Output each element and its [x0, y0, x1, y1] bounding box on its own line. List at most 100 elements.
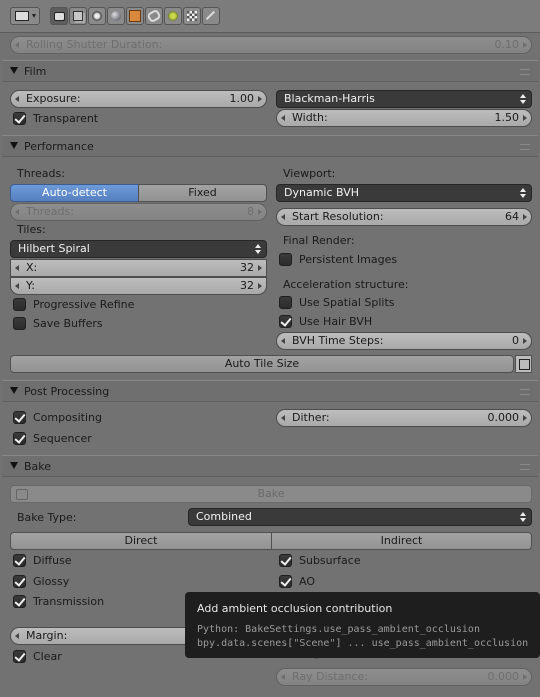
bake-panel-header[interactable]: Bake: [2, 455, 538, 477]
transparent-checkbox[interactable]: [13, 112, 26, 125]
direct-toggle[interactable]: Direct: [10, 532, 272, 550]
compositing-label: Compositing: [33, 411, 102, 424]
collapse-triangle-icon: [10, 387, 18, 394]
tile-order-dropdown[interactable]: Hilbert Spiral: [10, 240, 267, 258]
transmission-checkbox[interactable]: [13, 595, 26, 608]
exposure-label: Exposure:: [26, 92, 81, 105]
persistent-images-checkbox[interactable]: [279, 253, 292, 266]
post-processing-panel-header[interactable]: Post Processing: [2, 380, 538, 402]
bake-button[interactable]: Bake: [10, 485, 532, 503]
ao-checkbox[interactable]: [279, 575, 292, 588]
transmission-label: Transmission: [33, 595, 105, 608]
dither-field[interactable]: Dither: 0.000: [276, 409, 532, 427]
start-resolution-label: Start Resolution:: [292, 210, 384, 223]
save-buffers-checkbox[interactable]: [13, 317, 26, 330]
dropdown-arrows-icon: [520, 94, 526, 104]
tile-x-value: 32: [240, 261, 254, 274]
glossy-label: Glossy: [33, 575, 70, 588]
indirect-toggle[interactable]: Indirect: [271, 532, 532, 550]
auto-tile-size-button[interactable]: Auto Tile Size: [10, 355, 514, 373]
film-title: Film: [24, 65, 47, 78]
subsurface-label: Subsurface: [299, 554, 361, 567]
modifiers-icon[interactable]: [164, 7, 182, 25]
bake-icon: [16, 489, 28, 500]
filter-type-dropdown[interactable]: Blackman-Harris: [276, 90, 532, 108]
tile-y-label: Y:: [26, 279, 35, 292]
subsurface-checkbox[interactable]: [279, 554, 292, 567]
viewport-label: Viewport:: [283, 167, 336, 180]
glossy-checkbox[interactable]: [13, 575, 26, 588]
properties-header: [0, 0, 540, 33]
acceleration-structure-label: Acceleration structure:: [283, 278, 409, 291]
object-icon[interactable]: [126, 7, 144, 25]
film-panel-header[interactable]: Film: [2, 60, 538, 82]
bvh-time-steps-label: BVH Time Steps:: [292, 334, 384, 347]
spatial-splits-checkbox[interactable]: [279, 296, 292, 309]
ray-distance-field[interactable]: Ray Distance: 0.000: [276, 668, 532, 686]
filter-type-value: Blackman-Harris: [284, 92, 375, 105]
drag-grip-icon[interactable]: [520, 69, 530, 75]
bake-type-label: Bake Type:: [17, 511, 77, 524]
tile-y-field[interactable]: Y: 32: [10, 277, 267, 295]
scene-icon[interactable]: [88, 7, 106, 25]
bake-type-dropdown[interactable]: Combined: [188, 508, 532, 526]
world-icon[interactable]: [107, 7, 125, 25]
render-icon[interactable]: [50, 7, 68, 25]
collapse-triangle-icon: [10, 462, 18, 469]
start-resolution-value: 64: [505, 210, 519, 223]
threads-count-label: Threads:: [26, 205, 74, 218]
performance-panel-header[interactable]: Performance: [2, 135, 538, 157]
ray-distance-value: 0.000: [487, 670, 520, 683]
threads-label: Threads:: [17, 167, 65, 180]
drag-grip-icon[interactable]: [520, 144, 530, 150]
exposure-value: 1.00: [229, 92, 255, 105]
filter-width-field[interactable]: Width: 1.50: [276, 109, 532, 127]
tile-x-label: X:: [26, 261, 38, 274]
collapse-triangle-icon: [10, 142, 18, 149]
transparent-label: Transparent: [33, 112, 99, 125]
tile-x-field[interactable]: X: 32: [10, 259, 267, 277]
viewport-bvh-value: Dynamic BVH: [284, 186, 360, 199]
tooltip-data-path: bpy.data.scenes["Scene"] ... use_pass_am…: [197, 638, 529, 649]
width-label: Width:: [292, 111, 328, 124]
hair-bvh-label: Use Hair BVH: [299, 315, 373, 328]
diffuse-checkbox[interactable]: [13, 554, 26, 567]
progressive-refine-checkbox[interactable]: [13, 298, 26, 311]
width-value: 1.50: [494, 111, 520, 124]
threads-count-value: 8: [247, 205, 254, 218]
wrench-icon[interactable]: [202, 7, 220, 25]
start-resolution-field[interactable]: Start Resolution: 64: [276, 208, 532, 226]
sequencer-checkbox[interactable]: [13, 432, 26, 445]
render-layers-icon[interactable]: [69, 7, 87, 25]
bake-button-label: Bake: [257, 487, 285, 500]
dither-value: 0.000: [487, 411, 520, 424]
constraints-icon[interactable]: [145, 7, 163, 25]
threads-count-field[interactable]: Threads: 8: [10, 203, 267, 221]
addon-icon[interactable]: [515, 355, 532, 373]
drag-grip-icon[interactable]: [520, 389, 530, 395]
collapse-triangle-icon: [10, 67, 18, 74]
ao-label: AO: [299, 575, 315, 588]
save-buffers-label: Save Buffers: [33, 317, 103, 330]
margin-field[interactable]: Margin:: [10, 627, 210, 645]
hair-bvh-checkbox[interactable]: [279, 315, 292, 328]
compositing-checkbox[interactable]: [13, 411, 26, 424]
sequencer-label: Sequencer: [33, 432, 92, 445]
post-processing-title: Post Processing: [24, 385, 110, 398]
exposure-field[interactable]: Exposure: 1.00: [10, 90, 267, 108]
threads-fixed-button[interactable]: Fixed: [138, 184, 267, 202]
rolling-shutter-label: Rolling Shutter Duration:: [26, 38, 163, 51]
drag-grip-icon[interactable]: [520, 464, 530, 470]
bvh-time-steps-value: 0: [512, 334, 519, 347]
clear-checkbox[interactable]: [13, 650, 26, 663]
texture-icon[interactable]: [183, 7, 201, 25]
editor-type-icon[interactable]: [10, 7, 40, 25]
margin-label: Margin:: [26, 629, 68, 642]
rolling-shutter-field[interactable]: Rolling Shutter Duration: 0.10: [10, 36, 532, 54]
ray-distance-label: Ray Distance:: [292, 670, 368, 683]
bvh-time-steps-field[interactable]: BVH Time Steps: 0: [276, 332, 532, 350]
final-render-label: Final Render:: [283, 234, 355, 247]
persistent-images-label: Persistent Images: [299, 253, 398, 266]
viewport-bvh-dropdown[interactable]: Dynamic BVH: [276, 184, 532, 202]
threads-autodetect-button[interactable]: Auto-detect: [10, 184, 139, 202]
